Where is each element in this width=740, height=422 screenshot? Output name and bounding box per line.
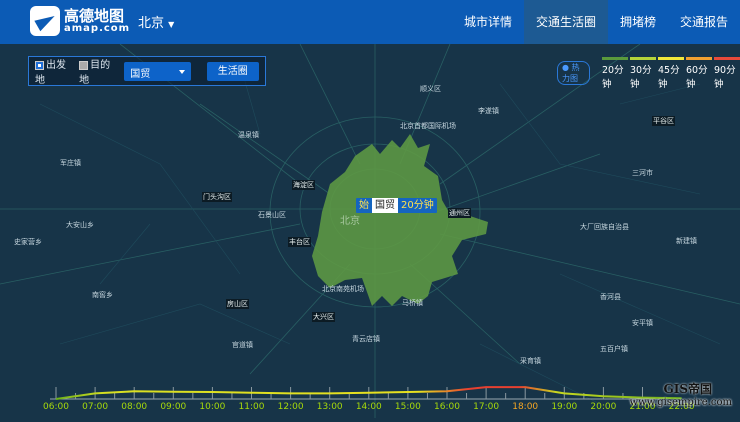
timeline-hour-1300[interactable]: 13:00	[317, 402, 343, 412]
map-label: 石景山区	[258, 211, 286, 219]
map-label: 平谷区	[652, 116, 675, 126]
watermark: GIS帝国 www.gisempire.com	[629, 382, 732, 408]
timeline-hour-1500[interactable]: 15:00	[395, 402, 421, 412]
legend-item: 60分钟	[686, 57, 712, 90]
nav-traffic-life-circle[interactable]: 交通生活圈	[523, 0, 608, 44]
map-label: 顺义区	[420, 85, 441, 93]
map-label: 大厂回族自治县	[580, 223, 629, 231]
map-label: 军庄镇	[60, 159, 81, 167]
city-selector[interactable]: 北京 ▼	[138, 12, 174, 31]
checkbox-unchecked-icon	[79, 60, 89, 70]
map-label: 南窖乡	[92, 291, 113, 299]
map-label: 北京南苑机场	[322, 285, 364, 293]
tooltip-time: 20分钟	[401, 200, 434, 211]
header: 高德地图 amap.com 北京 ▼ 城市详情 交通生活圈 拥堵榜 交通报告	[0, 0, 740, 44]
tooltip-place: 国贸	[372, 198, 398, 213]
map-label: 北京首都国际机场	[400, 122, 456, 130]
paper-plane-icon	[30, 6, 60, 36]
timeline-hour-0800[interactable]: 08:00	[121, 402, 147, 412]
timeline-hour-2000[interactable]: 20:00	[590, 402, 616, 412]
life-circle-button[interactable]: 生活圈	[206, 61, 259, 81]
map-label: 采育镇	[520, 357, 541, 365]
map-label: 丰台区	[288, 237, 311, 247]
nav-traffic-report[interactable]: 交通报告	[668, 0, 740, 44]
map-label: 马桥镇	[402, 299, 423, 307]
map-label: 史家营乡	[14, 238, 42, 246]
legend-item: 45分钟	[658, 57, 684, 90]
timeline-hour-1600[interactable]: 16:00	[434, 402, 460, 412]
timeline-hour-1100[interactable]: 11:00	[239, 402, 265, 412]
map-label: 李遂镇	[478, 107, 499, 115]
map-roads	[0, 43, 740, 418]
timeline-hour-1000[interactable]: 10:00	[199, 402, 225, 412]
timeline-hour-1900[interactable]: 19:00	[551, 402, 577, 412]
legend-item: 20分钟	[602, 57, 628, 90]
map-label: 香河县	[600, 293, 621, 301]
map-label: 大安山乡	[66, 221, 94, 229]
map-label: 门头沟区	[202, 192, 232, 202]
logo-cn: 高德地图	[64, 6, 125, 25]
heatmap-toggle[interactable]: ● 热力图	[557, 61, 590, 85]
map-label: 官道镇	[232, 341, 253, 349]
timeline-hour-1200[interactable]: 12:00	[278, 402, 304, 412]
map-label: 房山区	[226, 299, 249, 309]
isochrone-20min	[312, 134, 488, 306]
map-label: 温泉镇	[238, 131, 259, 139]
timeline-hour-1800[interactable]: 18:00	[512, 402, 538, 412]
map-tooltip: 始 国贸 20分钟	[356, 198, 437, 213]
map-label: 通州区	[448, 208, 471, 218]
timeline-hour-1700[interactable]: 17:00	[473, 402, 499, 412]
heatmap-label: 热力图	[562, 63, 580, 83]
tooltip-prefix: 始	[359, 200, 369, 211]
main-nav: 城市详情 交通生活圈 拥堵榜 交通报告	[452, 0, 740, 44]
timeline-hour-0600[interactable]: 06:00	[43, 402, 69, 412]
map-label: 大兴区	[312, 312, 335, 322]
city-name: 北京	[138, 16, 165, 31]
place-select[interactable]: 国贸	[124, 61, 191, 81]
logo-en: amap.com	[64, 22, 131, 34]
map-label: 三河市	[632, 169, 653, 177]
timeline-hour-1400[interactable]: 14:00	[356, 402, 382, 412]
origin-radio[interactable]: 出发地	[35, 56, 72, 86]
map-label: 青云店镇	[352, 335, 380, 343]
nav-city-details[interactable]: 城市详情	[452, 0, 524, 44]
amap-logo[interactable]: 高德地图 amap.com	[30, 6, 130, 36]
query-panel: 出发地 目的地 国贸 生活圈	[28, 56, 266, 86]
legend: ● 热力图 20分钟 30分钟 45分钟 60分钟 90分钟	[557, 57, 740, 90]
chevron-down-icon: ▼	[168, 20, 175, 29]
map-label: 海淀区	[292, 180, 315, 190]
checkbox-checked-icon	[35, 60, 44, 70]
timeline-hour-0900[interactable]: 09:00	[160, 402, 186, 412]
timeline-hour-0700[interactable]: 07:00	[82, 402, 108, 412]
map-label: 五百户镇	[600, 345, 628, 353]
map[interactable]: 顺义区 李遂镇 北京首都国际机场 温泉镇 海淀区 门头沟区 石景山区 丰台区 北…	[0, 43, 740, 418]
map-label: 新建镇	[676, 237, 697, 245]
nav-congestion-ranking[interactable]: 拥堵榜	[608, 0, 668, 44]
legend-item: 90分钟	[714, 57, 740, 90]
map-label: 北京	[340, 216, 360, 227]
destination-radio[interactable]: 目的地	[79, 56, 116, 86]
legend-item: 30分钟	[630, 57, 656, 90]
map-label: 安平镇	[632, 319, 653, 327]
